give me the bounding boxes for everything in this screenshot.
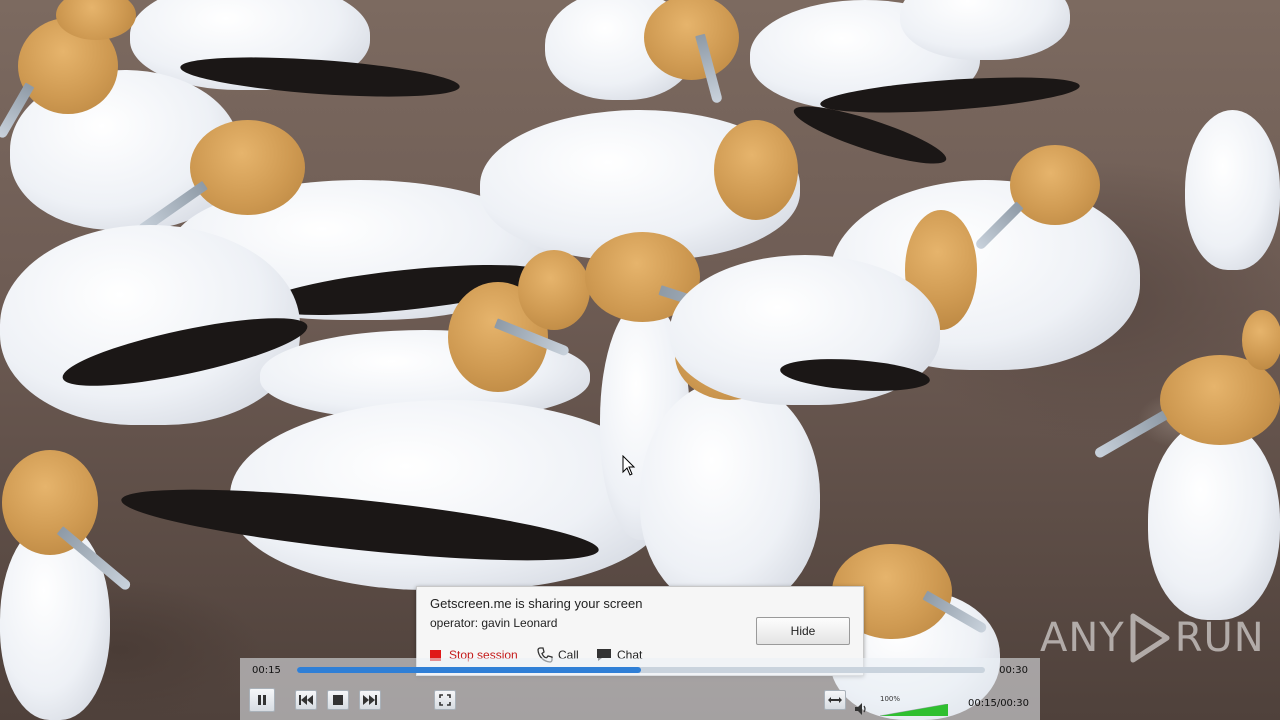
watermark-text-run: RUN [1174,615,1265,661]
stretch-icon [828,697,842,703]
volume-percent: 100% [880,695,901,703]
previous-button[interactable] [295,690,317,710]
pause-icon [258,695,266,705]
fullscreen-icon [439,694,451,706]
hide-button[interactable]: Hide [756,617,850,645]
watermark-text-any: ANY [1040,615,1125,661]
volume-slider[interactable] [880,704,948,716]
previous-icon [299,695,313,705]
stop-button[interactable] [327,690,349,710]
pause-button[interactable] [249,688,275,712]
anyrun-watermark: ANY RUN [1040,612,1265,664]
current-time: 00:15 [252,665,281,676]
stretch-button[interactable] [824,690,846,710]
next-button[interactable] [359,690,381,710]
seek-progress [297,667,641,673]
seek-bar[interactable] [297,667,985,673]
next-icon [363,695,377,705]
total-time: 00:30 [999,665,1028,676]
share-title: Getscreen.me is sharing your screen [430,596,643,611]
time-readout: 00:15/00:30 [968,698,1030,709]
mouse-cursor-icon [622,455,636,476]
stop-icon [333,695,343,705]
play-logo-icon [1130,613,1170,663]
player-control-bar: 00:15 00:30 100% 00:15/00:30 [240,658,1040,720]
operator-label: operator: gavin Leonard [430,616,558,630]
speaker-icon[interactable] [855,703,869,715]
fullscreen-button[interactable] [434,690,456,710]
